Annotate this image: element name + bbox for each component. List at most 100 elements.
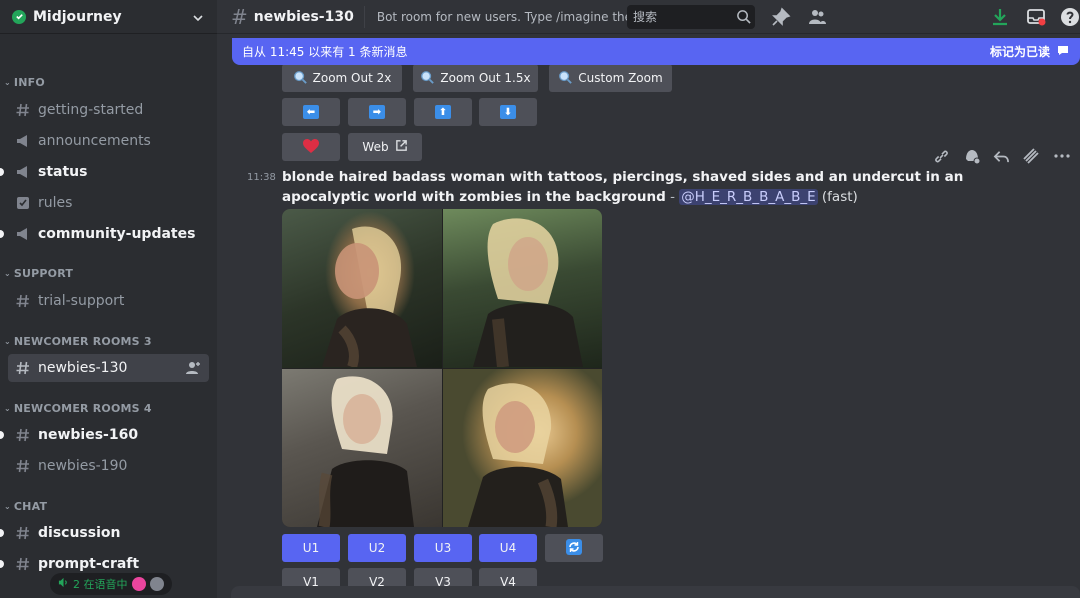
channel-label: newbies-190	[38, 458, 128, 474]
message-composer[interactable]	[231, 586, 1080, 598]
link-icon[interactable]	[933, 148, 950, 169]
reply-icon[interactable]	[993, 148, 1010, 169]
chevron-down-icon[interactable]	[191, 10, 205, 24]
pan-left-button[interactable]: ⬅	[282, 98, 340, 126]
channel-status[interactable]: status	[0, 158, 209, 186]
channel-label: getting-started	[38, 102, 144, 118]
chevron-down-icon: ⌄	[4, 404, 11, 413]
channel-sidebar: Midjourney ⌄ INFO getting-started announc…	[0, 0, 217, 598]
prompt-text: blonde haired badass woman with tattoos,…	[282, 169, 964, 205]
reroll-button[interactable]	[545, 534, 603, 562]
channel-label: trial-support	[38, 293, 125, 309]
category-chat[interactable]: ⌄ CHAT	[0, 500, 217, 513]
channel-trial-support[interactable]: trial-support	[8, 287, 209, 315]
member-list-icon[interactable]	[807, 7, 827, 27]
category-newcomer-rooms-3[interactable]: ⌄ NEWCOMER ROOMS 3	[0, 335, 217, 348]
channel-label: prompt-craft	[38, 556, 140, 572]
checklist-icon	[14, 194, 32, 212]
category-support[interactable]: ⌄ SUPPORT	[0, 267, 217, 280]
search-icon[interactable]	[736, 9, 751, 24]
channel-getting-started[interactable]: getting-started	[8, 96, 209, 124]
verified-badge-icon	[12, 9, 26, 24]
pan-right-button[interactable]: ➡	[348, 98, 406, 126]
channel-rules[interactable]: rules	[8, 189, 209, 217]
channel-newbies-190[interactable]: newbies-190	[8, 452, 209, 480]
button-label: U2	[368, 541, 386, 555]
generated-image-2[interactable]	[442, 209, 602, 368]
magnifier-icon	[420, 70, 435, 87]
pan-down-button[interactable]: ⬇	[479, 98, 537, 126]
image-grid[interactable]	[282, 209, 602, 527]
chevron-down-icon: ⌄	[4, 337, 11, 346]
user-mention[interactable]: @H_E_R_B_B_A_B_E	[679, 189, 818, 205]
divider	[363, 5, 365, 28]
message-timestamp: 11:38	[247, 172, 276, 183]
server-name: Midjourney	[33, 8, 122, 25]
voice-status-pill[interactable]: 2 在语音中	[50, 573, 172, 595]
magnifier-icon	[293, 70, 307, 87]
unread-indicator	[0, 230, 4, 238]
hashtag-icon: #	[231, 4, 248, 29]
speaker-icon	[58, 577, 69, 591]
channel-label: status	[38, 164, 88, 180]
inbox-icon[interactable]	[1026, 7, 1046, 27]
mark-as-read-button[interactable]: 标记为已读	[990, 43, 1070, 60]
mark-as-read-label: 标记为已读	[989, 45, 1050, 59]
add-reaction-icon[interactable]	[963, 147, 981, 169]
message-list: Zoom Out 2x Zoom Out 1.5x Custom Zoom ⬅ …	[217, 34, 1080, 598]
chevron-down-icon: ⌄	[4, 502, 11, 511]
message-content: blonde haired badass woman with tattoos,…	[282, 167, 1022, 207]
pan-up-button[interactable]: ⬆	[414, 98, 472, 126]
upscale-3-button[interactable]: U3	[414, 534, 472, 562]
avatar	[149, 577, 164, 591]
zoom-out-2x-button[interactable]: Zoom Out 2x	[282, 64, 402, 92]
pin-icon[interactable]	[771, 7, 791, 27]
hashtag-icon	[14, 457, 32, 475]
web-link-button[interactable]: Web	[348, 133, 422, 161]
category-label: NEWCOMER ROOMS 3	[13, 335, 152, 348]
discord-window: Midjourney ⌄ INFO getting-started announc…	[0, 0, 1080, 598]
help-icon[interactable]	[1060, 7, 1080, 27]
new-messages-banner[interactable]: 自从 11:45 以来有 1 条新消息 标记为已读	[232, 38, 1080, 65]
favorite-button[interactable]	[282, 133, 340, 161]
megaphone-icon	[14, 163, 32, 181]
chevron-down-icon: ⌄	[4, 78, 11, 87]
hashtag-icon	[14, 359, 32, 377]
upscale-2-button[interactable]: U2	[348, 534, 406, 562]
channel-announcements[interactable]: announcements	[8, 127, 209, 155]
more-options-icon[interactable]	[1053, 147, 1071, 169]
button-label: Zoom Out 2x	[312, 71, 392, 85]
zoom-out-1-5x-button[interactable]: Zoom Out 1.5x	[413, 64, 538, 92]
prompt-separator: -	[665, 189, 680, 205]
heart-icon	[302, 138, 320, 157]
generated-image-3[interactable]	[282, 368, 442, 527]
channel-newbies-130[interactable]: newbies-130	[8, 354, 209, 382]
custom-zoom-button[interactable]: Custom Zoom	[549, 64, 672, 92]
category-info[interactable]: ⌄ INFO	[0, 76, 217, 89]
add-member-icon[interactable]	[185, 360, 201, 376]
upscale-1-button[interactable]: U1	[282, 534, 340, 562]
speed-tag: (fast)	[817, 189, 858, 205]
upscale-4-button[interactable]: U4	[479, 534, 537, 562]
button-label: U1	[302, 541, 320, 555]
channel-discussion[interactable]: discussion	[0, 519, 209, 547]
avatar	[131, 577, 146, 591]
hashtag-icon	[14, 555, 32, 573]
unread-indicator	[0, 431, 4, 439]
hashtag-icon	[14, 292, 32, 310]
channel-label: community-updates	[38, 226, 196, 242]
download-icon[interactable]	[990, 7, 1010, 27]
channel-community-updates[interactable]: community-updates	[0, 220, 209, 248]
generated-image-1[interactable]	[282, 209, 442, 368]
channel-newbies-160[interactable]: newbies-160	[0, 421, 209, 449]
megaphone-icon	[14, 225, 32, 243]
chevron-down-icon: ⌄	[4, 269, 11, 278]
create-thread-icon[interactable]	[1022, 147, 1040, 169]
external-link-icon	[395, 139, 408, 155]
server-header[interactable]: Midjourney	[0, 0, 217, 34]
generated-image-4[interactable]	[442, 368, 602, 527]
category-newcomer-rooms-4[interactable]: ⌄ NEWCOMER ROOMS 4	[0, 402, 217, 415]
megaphone-icon	[14, 132, 32, 150]
arrow-up-icon: ⬆	[435, 105, 451, 119]
channel-label: newbies-130	[38, 360, 128, 376]
